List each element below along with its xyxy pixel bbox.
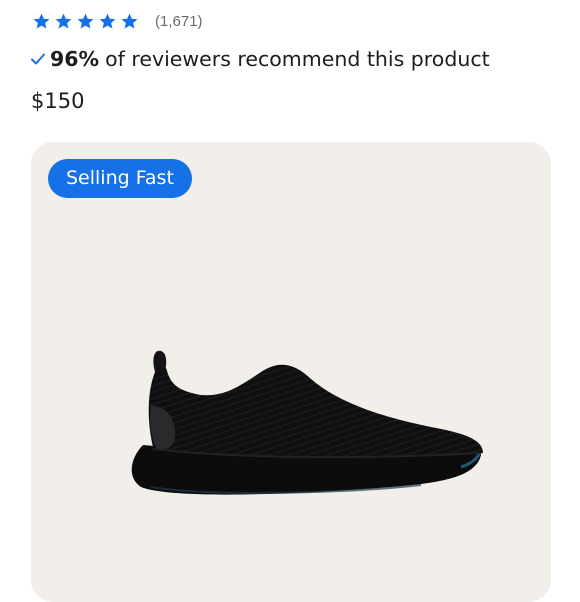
product-image-card[interactable]: Selling Fast	[31, 142, 551, 602]
star-icon	[121, 13, 138, 29]
star-icon	[77, 13, 94, 29]
review-count[interactable]: (1,671)	[155, 13, 203, 30]
star-icon	[33, 13, 50, 29]
star-rating[interactable]	[32, 12, 139, 31]
star-icon	[55, 13, 72, 29]
recommend-percent: 96%	[50, 47, 100, 71]
product-price: $150	[31, 89, 85, 113]
recommendation-line: 96% of reviewers recommend this product	[30, 47, 490, 71]
recommend-text: of reviewers recommend this product	[105, 47, 490, 71]
checkmark-icon	[31, 53, 45, 65]
star-icon	[99, 13, 116, 29]
rating-row[interactable]: (1,671)	[32, 10, 203, 32]
selling-fast-badge: Selling Fast	[48, 159, 192, 198]
shoe-image	[131, 350, 483, 495]
